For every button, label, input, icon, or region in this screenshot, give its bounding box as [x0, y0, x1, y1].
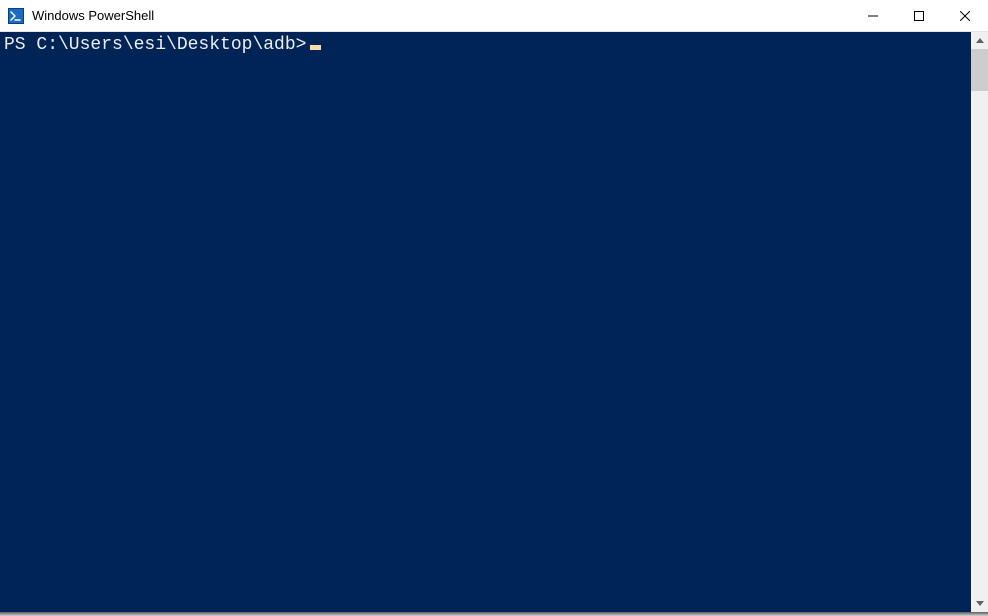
close-button[interactable]	[942, 0, 988, 31]
scroll-thumb[interactable]	[971, 49, 988, 91]
vertical-scrollbar[interactable]	[971, 32, 988, 612]
scroll-track[interactable]	[971, 49, 988, 595]
cursor	[310, 45, 321, 50]
window-bottom-border	[0, 612, 988, 616]
scroll-up-button[interactable]	[971, 32, 988, 49]
maximize-button[interactable]	[896, 0, 942, 31]
window-controls	[850, 0, 988, 31]
terminal-output[interactable]: PS C:\Users\esi\Desktop\adb>	[0, 32, 971, 612]
console-area: PS C:\Users\esi\Desktop\adb>	[0, 32, 988, 612]
scroll-down-button[interactable]	[971, 595, 988, 612]
titlebar[interactable]: Windows PowerShell	[0, 0, 988, 32]
window-title: Windows PowerShell	[32, 8, 850, 23]
prompt-text: PS C:\Users\esi\Desktop\adb>	[4, 35, 306, 55]
minimize-button[interactable]	[850, 0, 896, 31]
powershell-icon	[8, 8, 24, 24]
